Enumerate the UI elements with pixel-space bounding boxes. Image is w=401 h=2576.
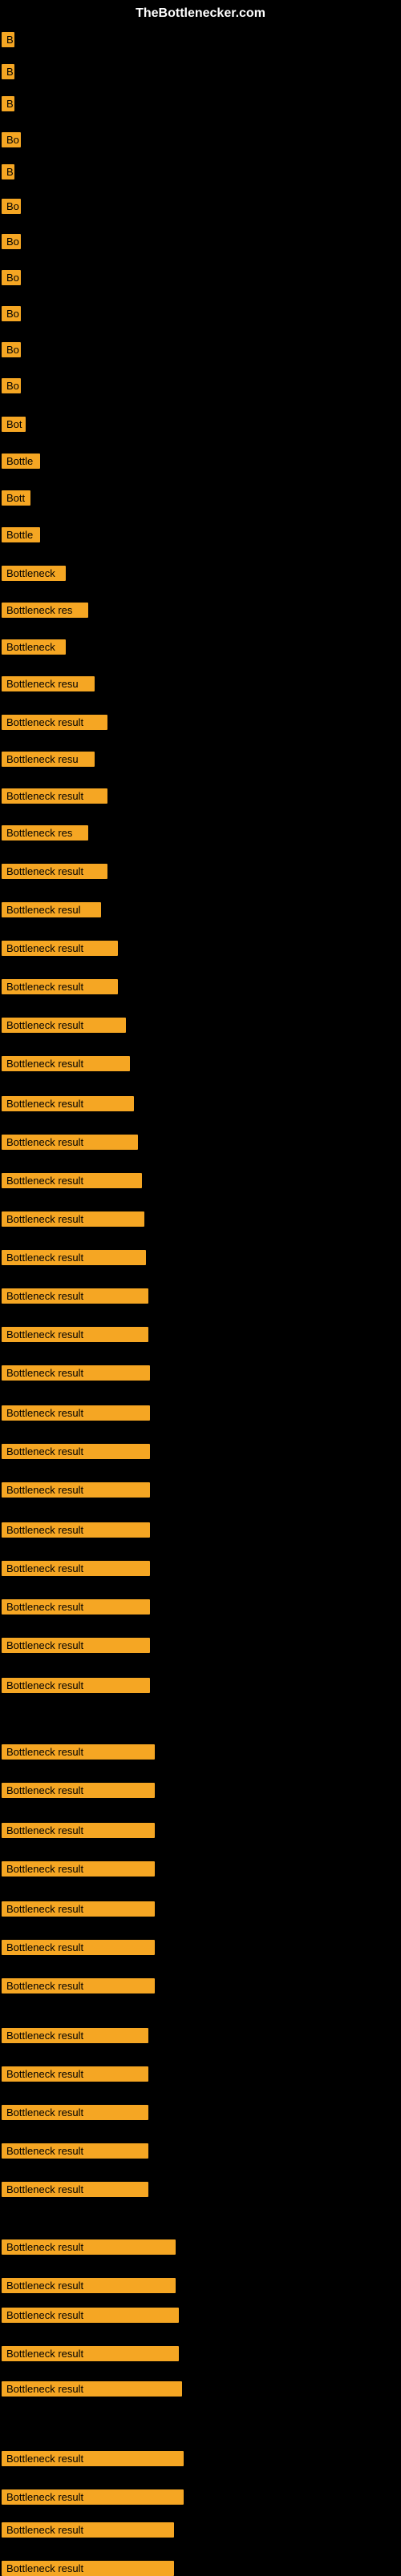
label-item-53: Bottleneck result: [2, 2028, 148, 2043]
label-item-21: Bottleneck resu: [2, 752, 95, 767]
label-item-26: Bottleneck result: [2, 941, 118, 956]
label-item-17: Bottleneck res: [2, 603, 88, 618]
label-item-52: Bottleneck result: [2, 1978, 155, 1993]
label-item-56: Bottleneck result: [2, 2143, 148, 2159]
label-item-49: Bottleneck result: [2, 1861, 155, 1877]
label-item-24: Bottleneck result: [2, 864, 107, 879]
label-item-16: Bottleneck: [2, 566, 66, 581]
label-item-4: Bo: [2, 132, 21, 147]
label-item-6: Bo: [2, 199, 21, 214]
label-item-32: Bottleneck result: [2, 1173, 142, 1188]
label-item-28: Bottleneck result: [2, 1018, 126, 1033]
label-item-58: Bottleneck result: [2, 2239, 176, 2255]
label-item-22: Bottleneck result: [2, 788, 107, 804]
label-item-65: Bottleneck result: [2, 2522, 174, 2538]
label-item-62: Bottleneck result: [2, 2381, 182, 2397]
label-item-34: Bottleneck result: [2, 1250, 146, 1265]
label-item-7: Bo: [2, 234, 21, 249]
label-item-55: Bottleneck result: [2, 2105, 148, 2120]
label-item-41: Bottleneck result: [2, 1522, 150, 1538]
label-item-27: Bottleneck result: [2, 979, 118, 994]
label-item-40: Bottleneck result: [2, 1482, 150, 1498]
label-item-51: Bottleneck result: [2, 1940, 155, 1955]
label-item-3: B: [2, 96, 14, 111]
label-item-45: Bottleneck result: [2, 1678, 150, 1693]
label-item-64: Bottleneck result: [2, 2489, 184, 2505]
label-item-31: Bottleneck result: [2, 1135, 138, 1150]
label-item-15: Bottle: [2, 527, 40, 542]
label-item-57: Bottleneck result: [2, 2182, 148, 2197]
label-item-50: Bottleneck result: [2, 1901, 155, 1917]
label-item-20: Bottleneck result: [2, 715, 107, 730]
label-item-11: Bo: [2, 378, 21, 393]
label-item-14: Bott: [2, 490, 30, 506]
label-item-23: Bottleneck res: [2, 825, 88, 841]
label-item-61: Bottleneck result: [2, 2346, 179, 2361]
label-item-43: Bottleneck result: [2, 1599, 150, 1615]
label-item-19: Bottleneck resu: [2, 676, 95, 691]
label-item-1: B: [2, 32, 14, 47]
label-item-10: Bo: [2, 342, 21, 357]
label-item-44: Bottleneck result: [2, 1638, 150, 1653]
label-item-33: Bottleneck result: [2, 1211, 144, 1227]
label-item-29: Bottleneck result: [2, 1056, 130, 1071]
site-title: TheBottlenecker.com: [136, 6, 265, 21]
label-item-60: Bottleneck result: [2, 2308, 179, 2323]
label-item-66: Bottleneck result: [2, 2561, 174, 2576]
label-item-5: B: [2, 164, 14, 179]
label-item-63: Bottleneck result: [2, 2451, 184, 2466]
label-item-37: Bottleneck result: [2, 1365, 150, 1381]
label-item-38: Bottleneck result: [2, 1405, 150, 1421]
label-item-54: Bottleneck result: [2, 2066, 148, 2082]
label-item-8: Bo: [2, 270, 21, 285]
label-item-9: Bo: [2, 306, 21, 321]
label-item-13: Bottle: [2, 454, 40, 469]
label-item-46: Bottleneck result: [2, 1744, 155, 1760]
label-item-30: Bottleneck result: [2, 1096, 134, 1111]
label-item-18: Bottleneck: [2, 639, 66, 655]
label-item-39: Bottleneck result: [2, 1444, 150, 1459]
label-item-47: Bottleneck result: [2, 1783, 155, 1798]
label-item-35: Bottleneck result: [2, 1288, 148, 1304]
label-item-42: Bottleneck result: [2, 1561, 150, 1576]
label-item-59: Bottleneck result: [2, 2278, 176, 2293]
label-item-25: Bottleneck resul: [2, 902, 101, 917]
label-item-12: Bot: [2, 417, 26, 432]
label-item-48: Bottleneck result: [2, 1823, 155, 1838]
label-item-36: Bottleneck result: [2, 1327, 148, 1342]
label-item-2: B: [2, 64, 14, 79]
